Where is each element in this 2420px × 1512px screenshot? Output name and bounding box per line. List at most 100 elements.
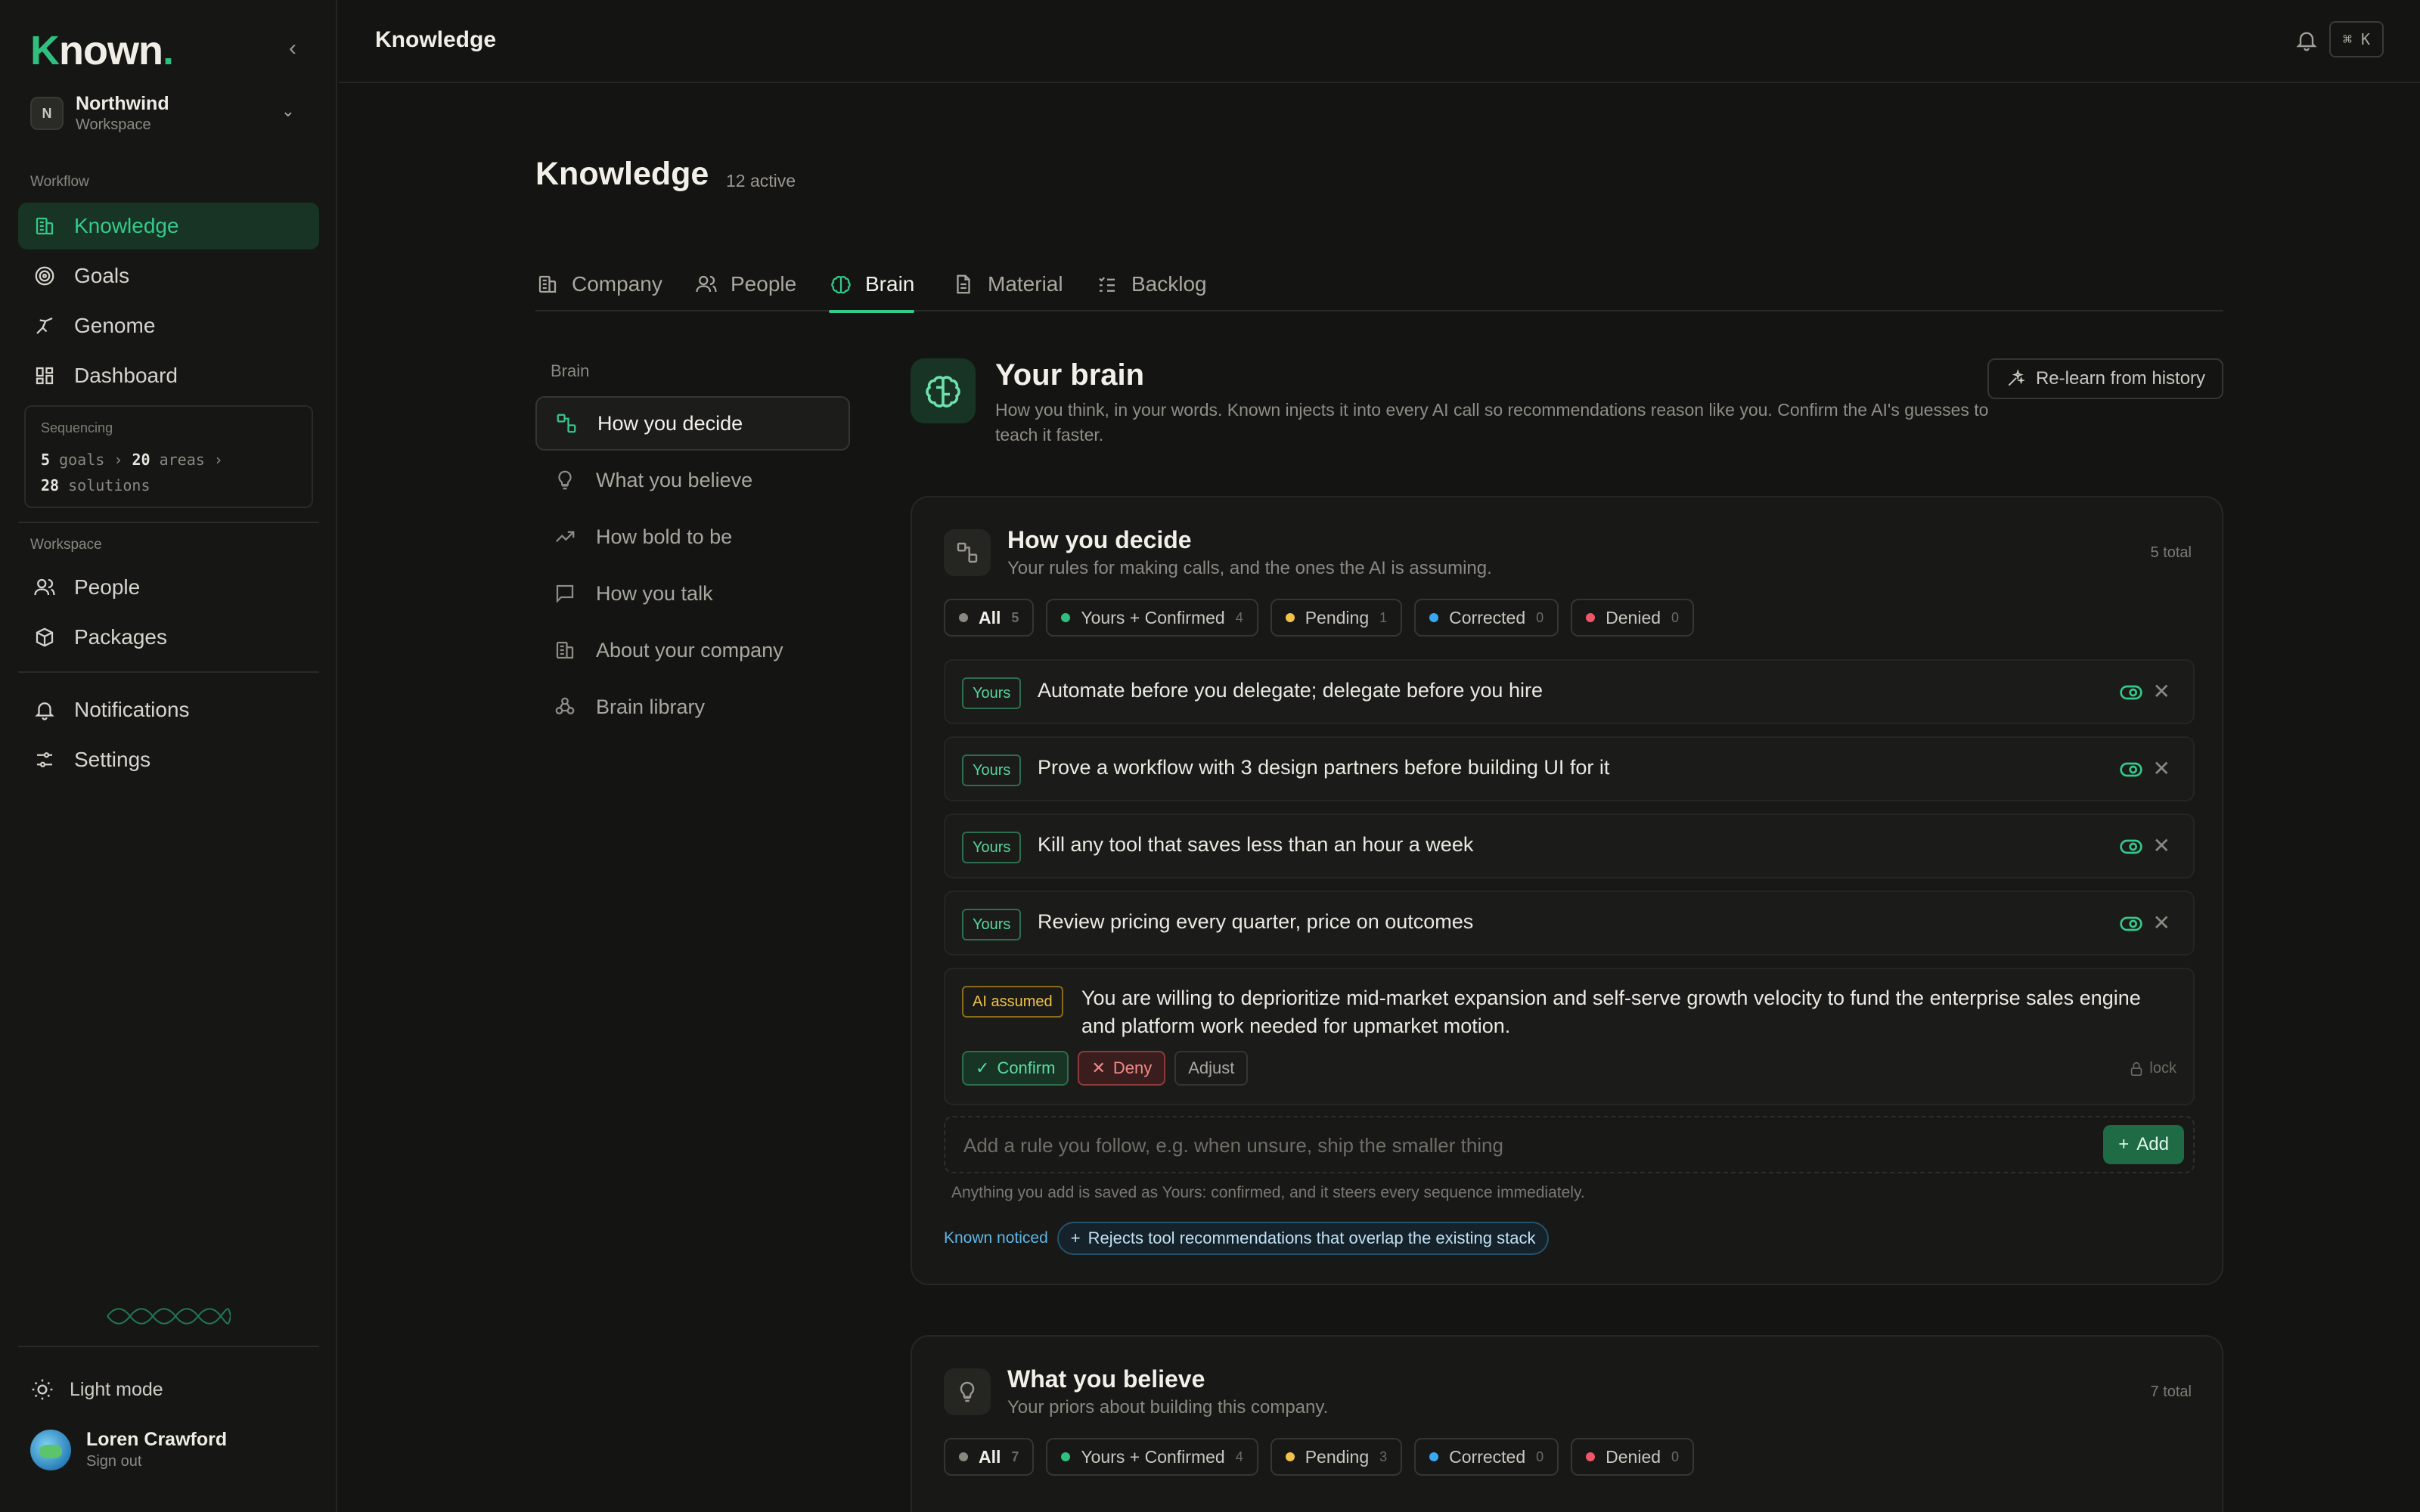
sequencing-title: Sequencing: [41, 420, 113, 435]
user-name: Loren Crawford: [86, 1429, 228, 1450]
decide-card: How you decide Your rules for making cal…: [911, 496, 2223, 1285]
toggle-icon[interactable]: [2119, 912, 2143, 936]
plus-icon: +: [2118, 1134, 2130, 1154]
sidebar-item-label: Dashboard: [74, 364, 178, 387]
tab-label: Material: [988, 272, 1063, 296]
subnav-how-bold-to-be[interactable]: How bold to be: [535, 510, 850, 564]
sidebar-item-genome[interactable]: Genome: [18, 302, 319, 349]
sun-icon: [32, 1379, 53, 1400]
sidebar-item-label: Genome: [74, 314, 156, 337]
subnav-how-you-talk[interactable]: How you talk: [535, 566, 850, 621]
rule-row[interactable]: Yours Review pricing every quarter, pric…: [944, 891, 2195, 956]
toggle-icon[interactable]: [2119, 758, 2143, 782]
card-total: 5 total: [2150, 544, 2192, 561]
sidebar-item-label: Packages: [74, 625, 167, 649]
subnav-label: How you talk: [596, 581, 713, 605]
adjust-button[interactable]: Adjust: [1174, 1051, 1249, 1086]
chat-icon: [552, 581, 578, 606]
filter-yours-confirmed[interactable]: Yours + Confirmed 4: [1046, 599, 1258, 637]
workspace-switcher[interactable]: N Northwind Workspace ⌄: [30, 91, 310, 136]
yours-badge: Yours: [962, 832, 1022, 863]
filter-all[interactable]: All 7: [944, 1438, 1035, 1476]
building-icon: [552, 637, 578, 663]
card-subtitle: Your rules for making calls, and the one…: [1007, 558, 1492, 578]
filter-pending[interactable]: Pending 3: [1270, 1438, 1403, 1476]
tab-label: People: [731, 272, 797, 296]
workspace-badge: N: [30, 97, 64, 130]
lock-icon: [2131, 1061, 2142, 1076]
bell-icon[interactable]: [2294, 27, 2319, 53]
people-icon: [694, 272, 718, 296]
filter-corrected[interactable]: Corrected 0: [1414, 599, 1559, 637]
chevron-down-icon: ⌄: [281, 101, 295, 120]
subnav-brain-library[interactable]: Brain library: [535, 680, 850, 734]
lock-button[interactable]: lock: [2128, 1060, 2176, 1077]
sidebar-item-label: Settings: [74, 748, 151, 771]
noticed-label: Known noticed: [944, 1229, 1048, 1247]
confirm-button[interactable]: ✓ Confirm: [962, 1051, 1069, 1086]
filter-corrected[interactable]: Corrected 0: [1414, 1438, 1559, 1476]
ai-assumed-rule: AI assumed You are willing to deprioriti…: [944, 968, 2195, 1105]
yours-badge: Yours: [962, 909, 1022, 940]
command-palette-button[interactable]: ⌘ K: [2329, 21, 2384, 57]
sidebar-item-notifications[interactable]: Notifications: [18, 686, 319, 733]
relearn-label: Re-learn from history: [2035, 368, 2206, 389]
collapse-sidebar-icon[interactable]: ‹: [281, 35, 304, 62]
rule-text: Kill any tool that saves less than an ho…: [1038, 833, 1474, 856]
tab-brain[interactable]: Brain: [829, 257, 915, 313]
brain-subnav-label: Brain: [551, 361, 590, 380]
rule-row[interactable]: Yours Automate before you delegate; dele…: [944, 659, 2195, 724]
close-icon[interactable]: ✕: [2153, 833, 2170, 858]
card-subtitle: Your priors about building this company.: [1007, 1397, 1329, 1418]
sidebar-item-people[interactable]: People: [18, 564, 319, 611]
rule-row[interactable]: Yours Prove a workflow with 3 design par…: [944, 736, 2195, 801]
filter-denied[interactable]: Denied 0: [1571, 599, 1695, 637]
add-rule-button[interactable]: + Add: [2103, 1125, 2184, 1164]
target-icon: [32, 263, 57, 289]
sidebar-item-knowledge[interactable]: Knowledge: [18, 203, 319, 249]
building-icon: [32, 213, 57, 239]
subnav-what-you-believe[interactable]: What you believe: [535, 453, 850, 507]
close-icon[interactable]: ✕: [2153, 679, 2170, 704]
subnav-about-your-company[interactable]: About your company: [535, 623, 850, 677]
tab-label: Company: [572, 272, 662, 296]
sign-out-link[interactable]: Sign out: [86, 1453, 227, 1470]
sidebar-item-packages[interactable]: Packages: [18, 614, 319, 661]
logo[interactable]: Known.: [30, 27, 174, 74]
sidebar: Known. ‹ N Northwind Workspace ⌄ Workflo…: [0, 0, 337, 1512]
rule-row[interactable]: Yours Kill any tool that saves less than…: [944, 813, 2195, 878]
sidebar-item-goals[interactable]: Goals: [18, 253, 319, 299]
add-rule-input[interactable]: [963, 1126, 2052, 1164]
subnav-how-you-decide[interactable]: How you decide: [535, 396, 850, 451]
tab-people[interactable]: People: [694, 257, 796, 311]
toggle-icon[interactable]: [2119, 680, 2143, 705]
noticed-suggestion-chip[interactable]: + Rejects tool recommendations that overl…: [1056, 1222, 1550, 1255]
tab-label: Brain: [865, 272, 915, 296]
close-icon[interactable]: ✕: [2153, 910, 2170, 935]
sidebar-item-dashboard[interactable]: Dashboard: [18, 352, 319, 399]
dna-icon: [107, 1308, 231, 1325]
toggle-icon[interactable]: [2119, 835, 2143, 859]
add-hint: Anything you add is saved as Yours: conf…: [951, 1184, 1585, 1201]
filter-yours-confirmed[interactable]: Yours + Confirmed 4: [1046, 1438, 1258, 1476]
tab-backlog[interactable]: Backlog: [1095, 257, 1207, 311]
add-rule-row: +Add: [944, 1116, 2195, 1173]
filter-pending[interactable]: Pending 1: [1270, 599, 1403, 637]
filter-denied[interactable]: Denied 0: [1571, 1438, 1695, 1476]
sequencing-panel[interactable]: Sequencing 5 goals › 20 areas › 28 solut…: [24, 405, 313, 508]
deny-button[interactable]: ✕ Deny: [1078, 1051, 1166, 1086]
subnav-label: About your company: [596, 638, 783, 662]
sidebar-item-settings[interactable]: Settings: [18, 736, 319, 783]
user-menu[interactable]: Loren Crawford Sign out: [30, 1429, 227, 1470]
close-icon[interactable]: ✕: [2153, 756, 2170, 781]
card-total: 7 total: [2150, 1383, 2192, 1400]
filter-all[interactable]: All 5: [944, 599, 1035, 637]
document-icon: [951, 272, 976, 296]
tab-company[interactable]: Company: [535, 257, 662, 311]
tab-material[interactable]: Material: [951, 257, 1063, 311]
list-icon: [1095, 272, 1119, 296]
light-mode-toggle[interactable]: Light mode: [30, 1377, 163, 1402]
avatar: [30, 1429, 71, 1470]
topbar-title: Knowledge: [375, 27, 497, 52]
relearn-button[interactable]: Re-learn from history: [1987, 358, 2223, 399]
